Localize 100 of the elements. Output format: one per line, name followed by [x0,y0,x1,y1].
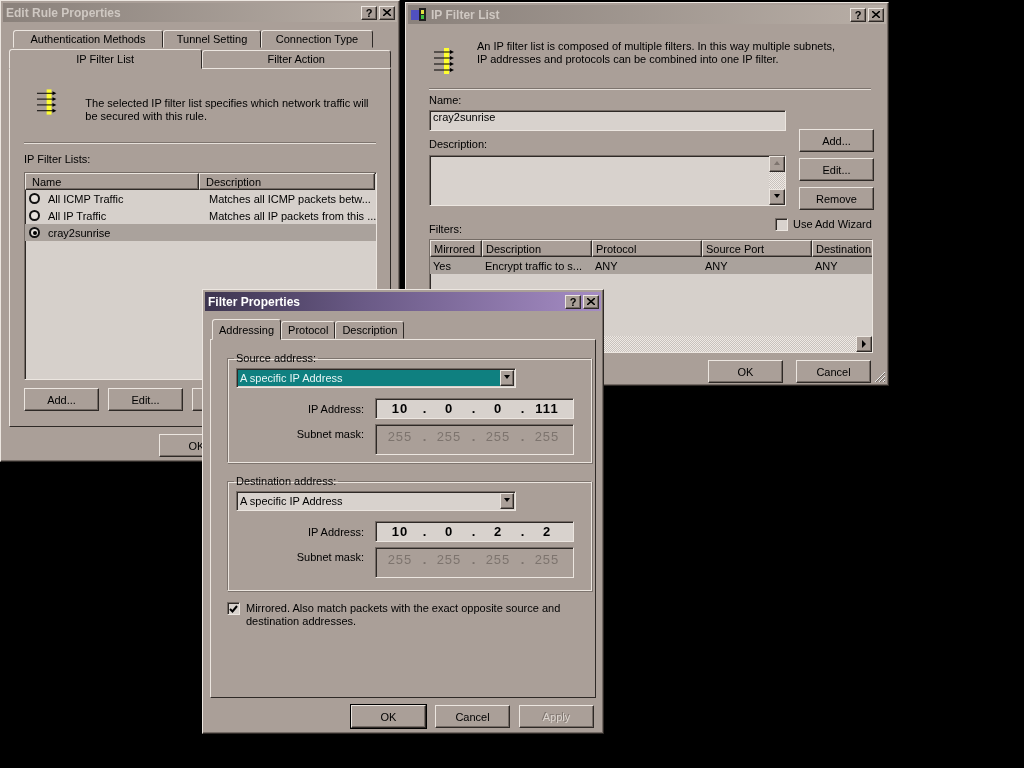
scroll-right-button[interactable] [856,336,872,352]
close-button[interactable] [868,7,884,22]
row-description: Matches all ICMP packets betw... [208,192,372,205]
dot-separator: . [470,429,477,444]
cancel-button[interactable]: Cancel [796,360,871,383]
dot-separator: . [470,524,477,539]
subnet-mask-label: Subnet mask: [295,428,364,440]
ok-button[interactable]: OK [708,360,783,383]
tab[interactable]: Connection Type [261,30,373,48]
column-header[interactable]: Description [199,173,375,190]
column-header[interactable]: Destination [812,240,872,257]
column-header[interactable]: Protocol [592,240,702,257]
close-icon [587,298,595,305]
right-arrow-icon [860,340,868,348]
dot-separator: . [470,401,477,416]
window-title: Filter Properties [208,294,302,309]
table-cell-text: Encrypt traffic to s... [484,259,583,272]
tab[interactable]: Description [335,321,405,339]
help-button[interactable]: ? [850,7,866,22]
address-dropdown[interactable]: A specific IP Address [236,368,516,388]
address-dropdown[interactable]: A specific IP Address [236,491,516,511]
ip-octet: 10 [390,401,410,416]
close-icon [383,9,391,16]
dot-separator: . [470,552,477,567]
list-button[interactable]: Add... [24,388,99,411]
app-icon [411,7,427,22]
dialog-button[interactable]: OK [351,705,426,728]
ip-octet: 111 [534,401,560,416]
filter-icon [433,48,455,74]
dot-separator: . [519,524,526,539]
list-row[interactable]: All ICMP Traffic Matches all ICMP packets betw... [25,190,376,207]
name-label: Name: [429,94,462,106]
filter-button[interactable]: Add... [799,129,874,152]
check-icon [229,604,238,613]
tab[interactable]: Tunnel Setting [163,30,261,48]
name-field[interactable]: cray2sunrise [429,110,786,131]
ip-octet: 2 [541,524,553,539]
ip-octet: 10 [390,524,410,539]
tab[interactable]: Filter Action [201,50,391,68]
dot-separator: . [421,401,428,416]
scroll-down-button[interactable] [769,189,785,205]
list-row[interactable]: cray2sunrise [25,224,376,241]
filter-icon [36,89,58,115]
description-field[interactable] [429,155,786,206]
close-button[interactable] [379,5,395,20]
ip-address-label: IP Address: [306,525,364,538]
radio-button[interactable] [29,227,40,238]
column-header[interactable]: Name [25,173,199,190]
resize-grip-icon [874,371,886,383]
list-button[interactable]: Edit... [108,388,183,411]
filter-button[interactable]: Remove [799,187,874,210]
dropdown-button[interactable] [500,370,514,386]
table-row[interactable]: Yes Encrypt traffic to s... ANY ANY ANY [430,257,872,274]
row-name: All ICMP Traffic [47,192,125,205]
table-cell-text: ANY [704,259,729,272]
dialog-button[interactable]: Cancel [435,705,510,728]
list-label: IP Filter Lists: [24,153,91,165]
dot-separator: . [519,429,526,444]
scrollbar[interactable] [769,156,785,205]
table-cell-text: ANY [814,259,839,272]
ip-address-field[interactable]: 10 . 0 . 2 . 2 [375,521,574,542]
radio-button[interactable] [29,193,40,204]
description-label: Description: [429,138,488,150]
group-label: Destination address: [235,475,338,487]
ip-octet: 2 [492,524,504,539]
dropdown-value: A specific IP Address [239,494,344,509]
column-header[interactable]: Mirrored [430,240,482,257]
list-row[interactable]: All IP Traffic Matches all IP packets from this ... [25,207,376,224]
checkbox[interactable] [775,218,788,231]
tab[interactable]: Addressing [212,319,282,340]
ip-octet: 0 [492,401,504,416]
radio-button[interactable] [29,210,40,221]
column-header[interactable]: Source Port [702,240,812,257]
row-description: Matches all IP packets from this ... [208,209,378,222]
checkbox-label: Mirrored. Also match packets with the exact opposite source and destination addresses. [246,602,562,628]
up-arrow-icon [773,160,781,168]
ip-octet: 0 [443,401,455,416]
dot-separator: . [421,429,428,444]
dot-separator: . [421,524,428,539]
tab[interactable]: Authentication Methods [13,30,163,48]
subnet-mask-label: Subnet mask: [295,551,364,563]
group-label: Source address: [235,352,318,364]
dot-separator: . [421,552,428,567]
window-title: Edit Rule Properties [6,5,122,20]
ip-address-field[interactable]: 10 . 0 . 0 . 111 [375,398,574,419]
tab[interactable]: Protocol [281,321,336,339]
table-cell-text: ANY [594,259,619,272]
column-header[interactable]: Description [482,240,592,257]
close-button[interactable] [583,294,599,309]
filter-button[interactable]: Edit... [799,158,874,181]
close-icon [872,11,880,18]
help-button[interactable]: ? [361,5,377,20]
dot-separator: . [519,552,526,567]
help-button[interactable]: ? [565,294,581,309]
tab[interactable]: IP Filter List [9,49,202,69]
dot-separator: . [519,401,526,416]
scroll-up-button[interactable] [769,156,785,172]
intro-text: The selected IP filter list specifies which network traffic will be secured with this rule. [85,97,370,123]
dropdown-button[interactable] [500,493,514,509]
checkbox[interactable] [227,602,240,615]
